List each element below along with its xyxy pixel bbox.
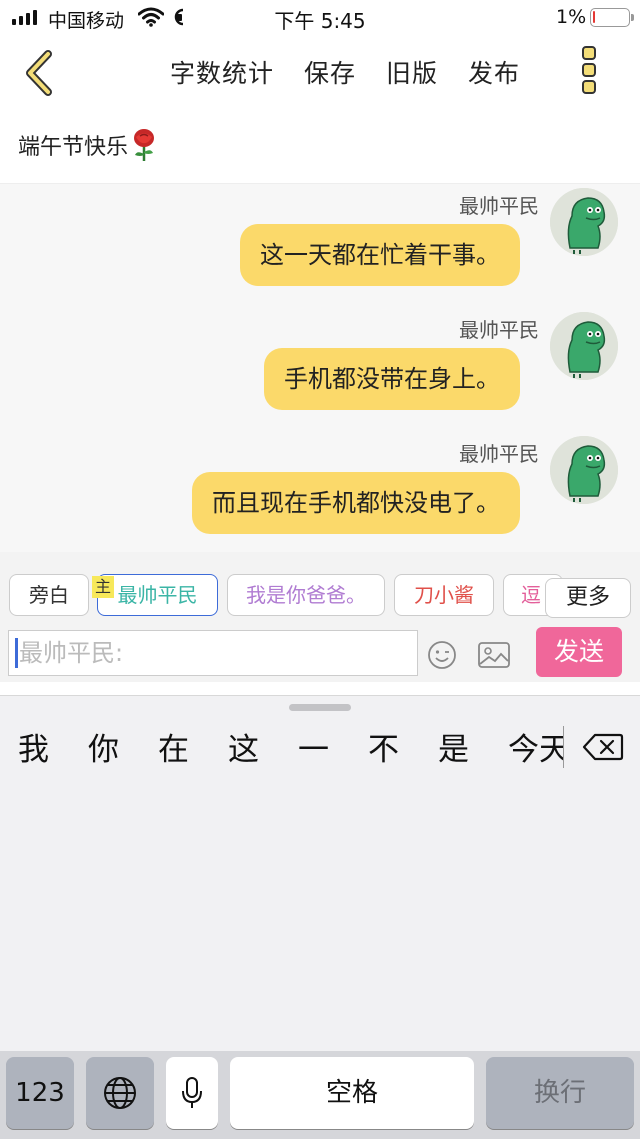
word-count-button[interactable]: 字数统计 [170,54,274,90]
candidate-word[interactable]: 是 [438,724,469,769]
battery-icon [590,8,634,27]
globe-icon[interactable] [86,1057,154,1129]
message-item[interactable]: 最帅平民 这一天都在忙着干事。 [20,184,620,304]
image-icon[interactable] [477,640,511,670]
role-chip-selected[interactable]: 最帅平民 [97,574,218,616]
smiley-icon[interactable] [427,640,457,670]
more-vertical-icon[interactable] [578,46,600,100]
message-bubble[interactable]: 这一天都在忙着干事。 [240,224,520,286]
title-text: 端午节快乐 [18,135,129,160]
candidate-word[interactable]: 不 [368,724,399,769]
message-item[interactable]: 最帅平民 而且现在手机都快没电了。 [20,432,620,552]
message-bubble[interactable]: 手机都没带在身上。 [264,348,520,410]
keyboard-drag-handle[interactable] [289,704,351,711]
message-item[interactable]: 最帅平民 手机都没带在身上。 [20,308,620,428]
avatar[interactable] [550,188,618,256]
role-chip-narrator[interactable]: 旁白 [9,574,89,616]
avatar[interactable] [550,436,618,504]
battery-percent: 1% [556,6,587,28]
sender-name: 最帅平民 [459,442,539,466]
battery-level [593,11,595,23]
nav-actions: 字数统计 保存 旧版 发布 [170,54,550,90]
return-key[interactable]: 换行 [486,1057,634,1129]
numbers-key[interactable]: 123 [6,1057,74,1129]
role-chip[interactable]: 我是你爸爸。 [227,574,385,616]
keyboard-bottom-row: 123 空格 换行 [0,1051,640,1139]
role-chip[interactable]: 刀小酱 [394,574,494,616]
main-role-badge: 主 [92,576,114,598]
candidate-word[interactable]: 在 [158,724,189,769]
candidate-word[interactable]: 你 [88,724,119,769]
microphone-icon[interactable] [166,1057,218,1129]
more-roles-button[interactable]: 更多 [545,578,631,618]
text-caret [15,638,18,668]
send-button[interactable]: 发送 [536,627,622,677]
avatar[interactable] [550,312,618,380]
story-title[interactable]: 端午节快乐 [18,128,158,162]
candidate-word[interactable]: 这 [228,724,259,769]
rose-icon [130,128,158,162]
candidate-word[interactable]: 今天 [508,724,563,769]
save-button[interactable]: 保存 [304,54,356,90]
candidate-word[interactable]: 我 [18,724,49,769]
keyboard: 我 你 在 这 一 不 是 今天 123 空格 换行 [0,695,640,1139]
sender-name: 最帅平民 [459,194,539,218]
space-key[interactable]: 空格 [230,1057,474,1129]
message-bubble[interactable]: 而且现在手机都快没电了。 [192,472,520,534]
message-list: 最帅平民 这一天都在忙着干事。 最帅平民 手机都没带在身上。 最帅平民 而且现在… [0,184,640,552]
chevron-left-icon [26,50,52,96]
candidate-word[interactable]: 一 [298,724,329,769]
message-input[interactable] [8,630,418,676]
sender-name: 最帅平民 [459,318,539,342]
status-bar: 中国移动 下午 5:45 1% [0,0,640,36]
top-nav-bar: 字数统计 保存 旧版 发布 [0,36,640,110]
publish-button[interactable]: 发布 [468,54,520,90]
candidate-bar: 我 你 在 这 一 不 是 今天 [0,724,640,774]
backspace-icon[interactable] [582,732,624,762]
clock: 下午 5:45 [274,9,366,33]
back-button[interactable] [18,48,62,98]
divider [563,726,564,768]
role-selector-bar: 旁白 最帅平民 主 我是你爸爸。 刀小酱 逗 更多 发送 [0,552,640,682]
old-version-button[interactable]: 旧版 [386,54,438,90]
